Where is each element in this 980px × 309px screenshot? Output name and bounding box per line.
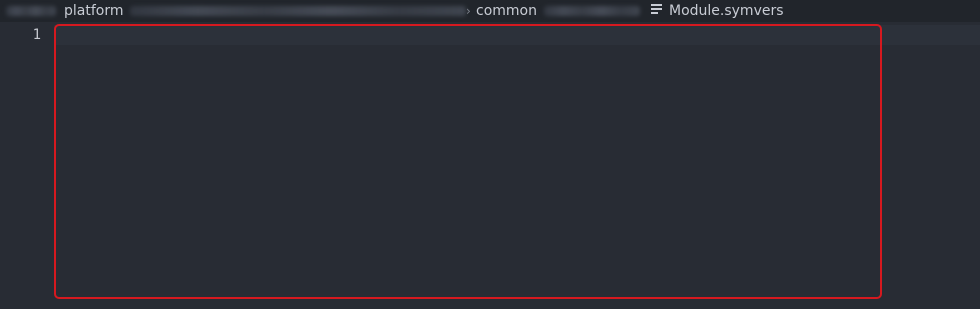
redacted-segment	[544, 6, 640, 16]
chevron-right-icon: ›	[466, 4, 471, 18]
current-line-highlight	[54, 25, 980, 45]
breadcrumb-item-file[interactable]: Module.symvers	[669, 0, 784, 22]
code-editor: platform › common Module.symvers 1	[0, 0, 980, 309]
breadcrumb-item-label: common	[476, 3, 537, 19]
breadcrumb-item-label: platform	[64, 3, 124, 19]
breadcrumb-item-common[interactable]: common	[476, 0, 537, 22]
breadcrumb-item-platform[interactable]: platform	[64, 0, 124, 22]
line-number-gutter: 1	[0, 22, 54, 309]
breadcrumb-item-label: Module.symvers	[669, 3, 784, 19]
file-text-icon	[651, 4, 662, 16]
breadcrumb: platform › common Module.symvers	[0, 0, 980, 22]
code-text-area[interactable]	[54, 22, 980, 309]
redacted-segment	[6, 6, 56, 16]
redacted-segment	[130, 6, 466, 16]
line-number: 1	[32, 27, 41, 43]
